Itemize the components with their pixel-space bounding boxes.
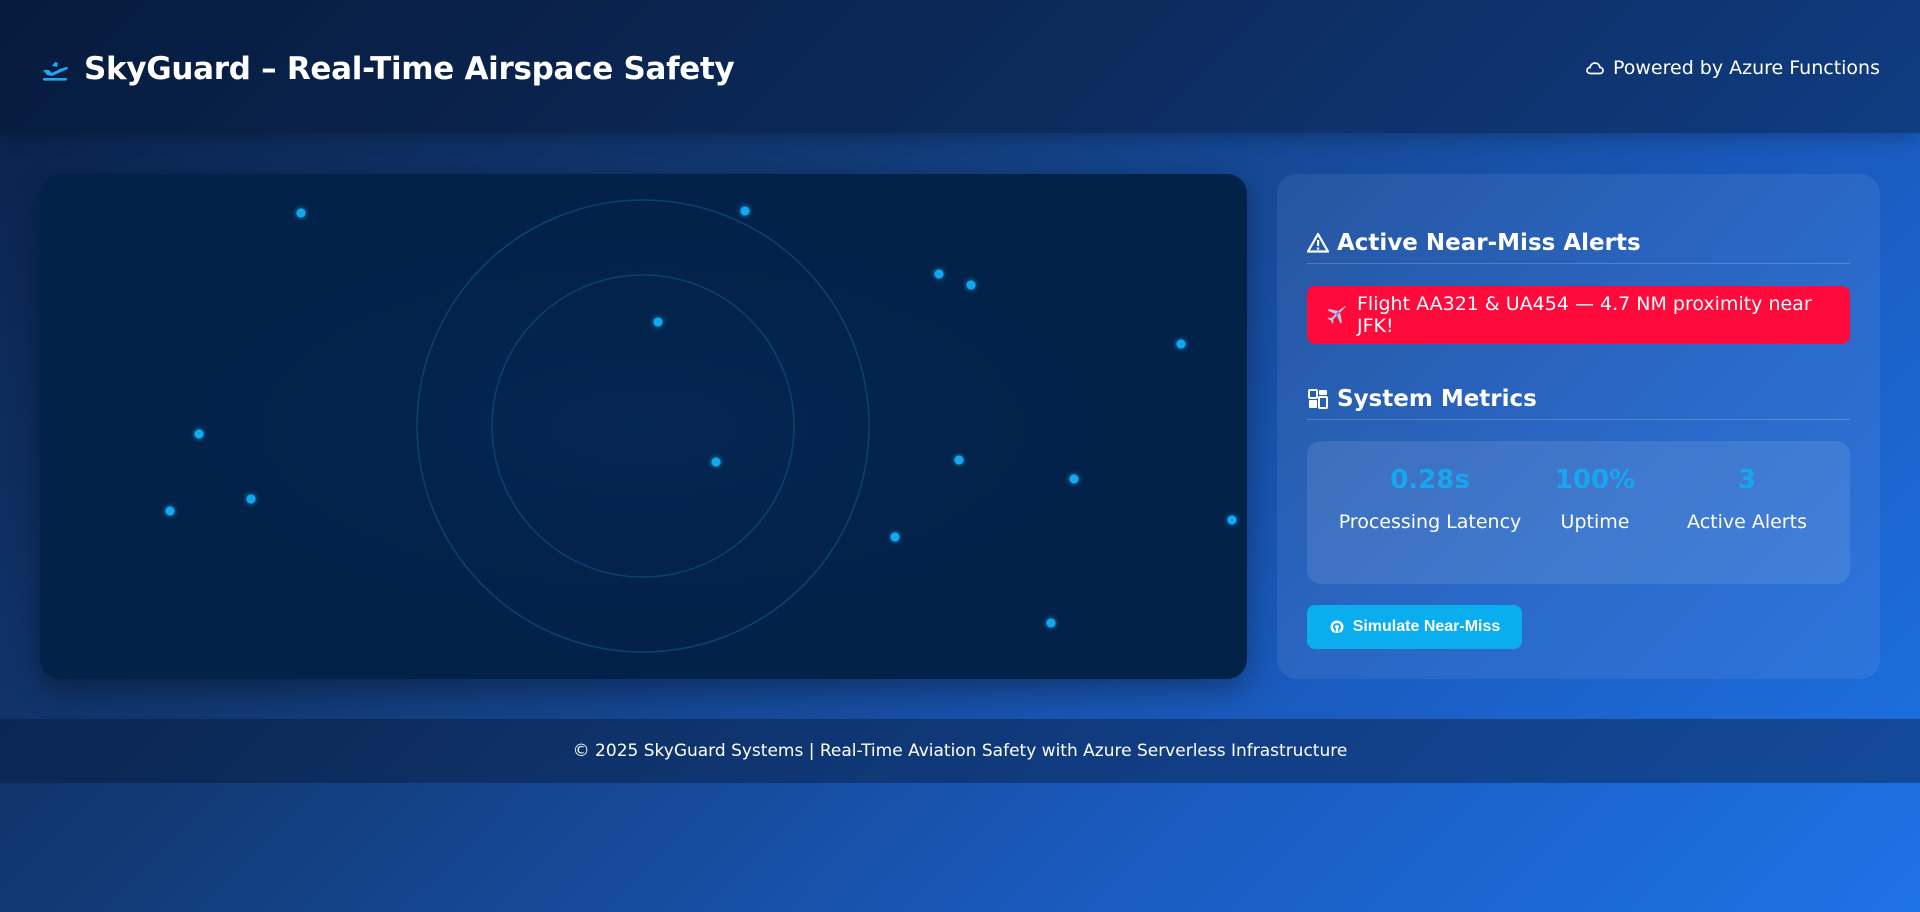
aircraft-blip[interactable]	[954, 455, 964, 465]
radar-display	[40, 174, 1247, 679]
aircraft-blip[interactable]	[1227, 515, 1237, 525]
aircraft-blip[interactable]	[165, 506, 175, 516]
dashboard-icon	[1307, 388, 1329, 410]
aircraft-blip[interactable]	[934, 269, 944, 279]
metric-label: Uptime	[1560, 511, 1630, 533]
metrics-card: 0.28s Processing Latency 100% Uptime 3 A…	[1307, 441, 1850, 584]
metric-latency: 0.28s Processing Latency	[1335, 463, 1525, 533]
alerts-heading: Active Near-Miss Alerts	[1306, 228, 1850, 264]
powered-by: Powered by Azure Functions	[1585, 55, 1880, 81]
radar-panel	[40, 174, 1247, 679]
cloud-icon	[1585, 58, 1605, 78]
aircraft-blip[interactable]	[966, 280, 976, 290]
app-title: SkyGuard – Real-Time Airspace Safety	[84, 51, 735, 87]
metric-active-alerts: 3 Active Alerts	[1677, 463, 1817, 533]
metric-label: Processing Latency	[1338, 511, 1522, 533]
powered-by-text: Powered by Azure Functions	[1612, 57, 1880, 79]
aircraft-blip[interactable]	[740, 206, 750, 216]
simulate-label: Simulate Near-Miss	[1352, 618, 1501, 635]
side-panel: Active Near-Miss Alerts Flight AA321 & U…	[1277, 174, 1880, 679]
footer: © 2025 SkyGuard Systems | Real-Time Avia…	[0, 719, 1920, 783]
aircraft-blip[interactable]	[890, 532, 900, 542]
brand: SkyGuard – Real-Time Airspace Safety	[40, 48, 735, 90]
alerts-title: Active Near-Miss Alerts	[1337, 229, 1641, 256]
aircraft-blip[interactable]	[296, 208, 306, 218]
metric-value: 0.28s	[1390, 465, 1470, 495]
metric-label: Active Alerts	[1687, 511, 1807, 533]
metric-value: 3	[1737, 465, 1757, 495]
aircraft-blip[interactable]	[1069, 474, 1079, 484]
simulate-near-miss-button[interactable]: Simulate Near-Miss	[1307, 605, 1522, 649]
plane-departure-icon	[40, 54, 70, 84]
aircraft-blip[interactable]	[1176, 339, 1186, 349]
metrics-title: System Metrics	[1337, 385, 1537, 412]
metric-value: 100%	[1554, 465, 1636, 495]
near-miss-alert: Flight AA321 & UA454 — 4.7 NM proximity …	[1307, 286, 1850, 344]
top-bar: SkyGuard – Real-Time Airspace Safety Pow…	[0, 0, 1920, 133]
aircraft-blip[interactable]	[246, 494, 256, 504]
aircraft-blip[interactable]	[653, 317, 663, 327]
warning-icon	[1306, 232, 1330, 254]
aircraft-blip[interactable]	[711, 457, 721, 467]
aircraft-blip[interactable]	[1046, 618, 1056, 628]
alert-text: Flight AA321 & UA454 — 4.7 NM proximity …	[1357, 293, 1812, 337]
broadcast-icon	[1329, 619, 1345, 635]
footer-text: © 2025 SkyGuard Systems | Real-Time Avia…	[572, 741, 1348, 761]
metrics-heading: System Metrics	[1307, 384, 1850, 420]
metric-uptime: 100% Uptime	[1545, 463, 1645, 533]
airplane-icon	[1325, 304, 1347, 326]
aircraft-blip[interactable]	[194, 429, 204, 439]
